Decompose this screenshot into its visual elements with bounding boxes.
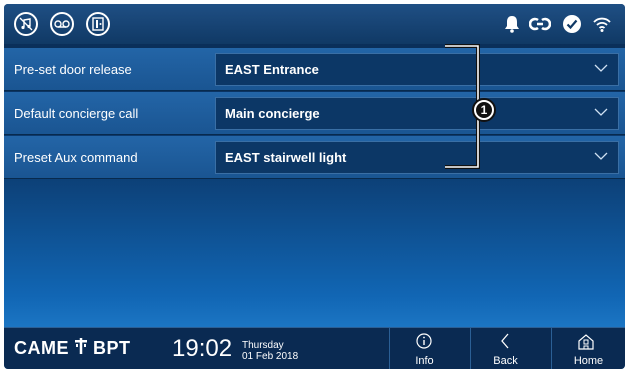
date: 01 Feb 2018 <box>242 351 299 362</box>
back-button[interactable]: Back <box>470 328 540 369</box>
back-chevron-icon <box>501 333 509 349</box>
back-label: Back <box>493 355 518 367</box>
info-icon <box>416 333 432 349</box>
device-screen: Pre-set door release EAST Entrance Defau… <box>4 4 625 369</box>
clock-time: 19:02 <box>172 335 233 362</box>
callout-badge: 1 <box>472 98 496 122</box>
callout-bracket <box>445 44 480 169</box>
screen-frame: Pre-set door release EAST Entrance Defau… <box>0 0 629 373</box>
clock-date: Thursday 01 Feb 2018 <box>242 340 298 362</box>
home-label: Home <box>573 355 604 367</box>
bottom-bar: CAME BPT 19:02 Thursday 01 Feb 2018 Info… <box>4 327 625 369</box>
weekday: Thursday <box>242 340 284 351</box>
info-label: Info <box>415 355 434 367</box>
info-button[interactable]: Info <box>389 328 459 369</box>
home-button[interactable]: Home <box>551 328 625 369</box>
brand-logo: CAME BPT <box>14 338 131 359</box>
home-icon <box>578 334 594 350</box>
logo-mark-icon <box>75 338 87 359</box>
